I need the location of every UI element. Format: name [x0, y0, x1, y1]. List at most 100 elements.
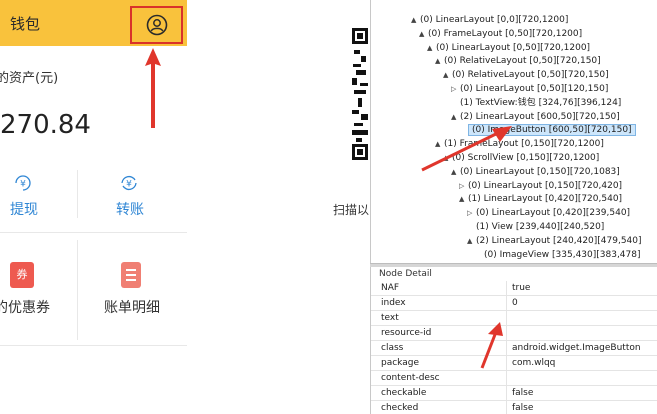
column-divider: [506, 371, 507, 385]
tree-node-label: (1) LinearLayout [0,420][720,540]: [468, 194, 623, 205]
column-divider: [506, 311, 507, 325]
detail-value[interactable]: false: [512, 386, 533, 400]
detail-key: content-desc: [381, 373, 440, 383]
detail-key: resource-id: [381, 328, 432, 338]
tree-node[interactable]: (0) ImageButton [600,50][720,150]: [459, 124, 636, 137]
divider: [77, 170, 78, 218]
tree-node-label: (0) RelativeLayout [0,50][720,150]: [444, 56, 601, 67]
node-detail-title: Node Detail: [379, 269, 432, 279]
detail-row: index 0: [371, 296, 657, 311]
collapse-toggle-icon[interactable]: ▲: [427, 42, 436, 55]
coupon-tile-label[interactable]: 的优惠券: [0, 297, 50, 317]
tree-node[interactable]: ▲ (1) FrameLayout [0,150][720,1200]: [435, 138, 604, 151]
collapse-toggle-icon[interactable]: ▲: [419, 28, 428, 41]
tree-node[interactable]: ▲ (0) FrameLayout [0,50][720,1200]: [419, 28, 582, 41]
tree-node[interactable]: (1) View [239,440][240,520]: [467, 221, 604, 234]
tree-node[interactable]: ▲ (2) LinearLayout [240,420][479,540]: [467, 235, 642, 248]
column-divider: [506, 296, 507, 310]
scan-instruction-text: 扫描以: [333, 203, 370, 217]
collapse-toggle-icon[interactable]: ▲: [443, 152, 452, 165]
detail-value[interactable]: android.widget.ImageButton: [512, 341, 641, 355]
detail-key: text: [381, 313, 399, 323]
column-divider: [506, 326, 507, 340]
collapse-toggle-icon[interactable]: ▲: [467, 235, 476, 248]
column-divider: [506, 341, 507, 355]
detail-row: resource-id: [371, 326, 657, 341]
detail-value[interactable]: com.wlqq: [512, 356, 555, 370]
tree-node[interactable]: (1) TextView:钱包 [324,76][396,124]: [451, 97, 621, 110]
expand-toggle-icon[interactable]: ▷: [467, 207, 476, 220]
tree-node-label: (1) View [239,440][240,520]: [476, 222, 605, 232]
svg-text:¥: ¥: [20, 180, 26, 190]
detail-row: class android.widget.ImageButton: [371, 341, 657, 356]
column-divider: [506, 386, 507, 400]
tree-node-label: (0) ScrollView [0,150][720,1200]: [452, 153, 600, 163]
withdraw-button[interactable]: 提现: [10, 199, 38, 219]
tree-node[interactable]: ▲ (0) RelativeLayout [0,50][720,150]: [435, 55, 601, 68]
tree-node-label: (2) LinearLayout [240,420][479,540]: [476, 235, 642, 246]
expand-toggle-icon[interactable]: ▷: [451, 83, 460, 96]
detail-row: text: [371, 311, 657, 326]
tree-node[interactable]: ▷ (0) LinearLayout [0,420][239,540]: [467, 207, 630, 220]
phone-screenshot: 钱包 的资产(元) 270.84 ¥ 提现 ¥ 转账 券 的优惠券 账单明细: [0, 0, 187, 414]
tree-node-label: (1) FrameLayout [0,150][720,1200]: [444, 139, 604, 150]
assets-label: 的资产(元): [0, 71, 59, 86]
transfer-button[interactable]: 转账: [116, 199, 144, 219]
collapse-toggle-icon[interactable]: ▲: [435, 138, 444, 151]
detail-key: index: [381, 298, 406, 308]
tree-node[interactable]: ▲ (0) ScrollView [0,150][720,1200]: [443, 152, 599, 165]
column-divider: [506, 401, 507, 414]
detail-key: NAF: [381, 283, 400, 293]
assets-amount: 270.84: [0, 110, 91, 140]
tree-node[interactable]: ▲ (0) LinearLayout [0,50][720,1200]: [427, 42, 590, 55]
bill-icon[interactable]: [121, 262, 141, 288]
tree-node-label: (2) LinearLayout [600,50][720,150]: [460, 111, 620, 122]
expand-toggle-icon[interactable]: ▷: [459, 180, 468, 193]
tree-node[interactable]: ▲ (0) LinearLayout [0,150][720,1083]: [451, 166, 620, 179]
tree-node[interactable]: (0) ImageView [335,430][383,478]: [475, 249, 641, 262]
tree-node[interactable]: ▲ (1) LinearLayout [0,420][720,540]: [459, 193, 622, 206]
coupon-icon[interactable]: 券: [10, 262, 34, 288]
tree-node-label: (0) LinearLayout [0,150][720,420]: [468, 180, 623, 191]
detail-row: content-desc: [371, 371, 657, 386]
tree-node[interactable]: ▲ (0) RelativeLayout [0,50][720,150]: [443, 69, 609, 82]
detail-row: package com.wlqq: [371, 356, 657, 371]
divider: [77, 240, 78, 340]
detail-value[interactable]: 0: [512, 296, 518, 310]
tree-node-label: (0) RelativeLayout [0,50][720,150]: [452, 70, 609, 81]
withdraw-icon[interactable]: ¥: [12, 172, 34, 198]
bill-detail-tile-label[interactable]: 账单明细: [104, 297, 160, 317]
tree-node-label: (0) LinearLayout [0,420][239,540]: [476, 208, 631, 219]
tree-node[interactable]: ▷ (0) LinearLayout [0,50][120,150]: [451, 83, 608, 96]
collapse-toggle-icon[interactable]: ▲: [451, 111, 460, 124]
collapse-toggle-icon[interactable]: ▲: [435, 55, 444, 68]
collapse-toggle-icon[interactable]: ▲: [411, 14, 420, 27]
collapse-toggle-icon[interactable]: ▲: [459, 193, 468, 206]
detail-row: checked false: [371, 401, 657, 414]
tree-node[interactable]: ▲ (0) LinearLayout [0,0][720,1200]: [411, 14, 568, 27]
detail-key: class: [381, 343, 404, 353]
wallet-title: 钱包: [10, 15, 41, 33]
column-divider: [506, 356, 507, 370]
detail-value[interactable]: true: [512, 281, 530, 295]
tree-node-label: (0) ImageButton [600,50][720,150]: [468, 124, 636, 137]
detail-value[interactable]: false: [512, 401, 533, 414]
tree-node-label: (0) LinearLayout [0,0][720,1200]: [420, 15, 569, 25]
collapse-toggle-icon[interactable]: ▲: [451, 166, 460, 179]
node-detail-panel: Node Detail NAF true index 0 text resource-id…: [370, 267, 657, 414]
tree-node-label: (1) TextView:钱包 [324,76][396,124]: [460, 97, 622, 108]
detail-row: NAF true: [371, 281, 657, 296]
red-arrow-annotation: [143, 48, 163, 130]
tree-node-label: (0) LinearLayout [0,150][720,1083]: [460, 166, 620, 177]
ui-hierarchy-tree[interactable]: ▲ (0) LinearLayout [0,0][720,1200] ▲ (0) Fr…: [370, 0, 657, 263]
svg-text:¥: ¥: [126, 180, 132, 190]
tree-node[interactable]: ▷ (0) LinearLayout [0,150][720,420]: [459, 180, 622, 193]
profile-image-button[interactable]: [130, 6, 183, 44]
transfer-icon[interactable]: ¥: [118, 172, 140, 198]
detail-key: checked: [381, 403, 419, 413]
tree-node-label: (0) LinearLayout [0,50][120,150]: [460, 84, 609, 94]
tree-node[interactable]: ▲ (2) LinearLayout [600,50][720,150]: [451, 111, 620, 124]
collapse-toggle-icon[interactable]: ▲: [443, 69, 452, 82]
tree-node-label: (0) LinearLayout [0,50][720,1200]: [436, 42, 591, 53]
divider: [0, 232, 187, 233]
